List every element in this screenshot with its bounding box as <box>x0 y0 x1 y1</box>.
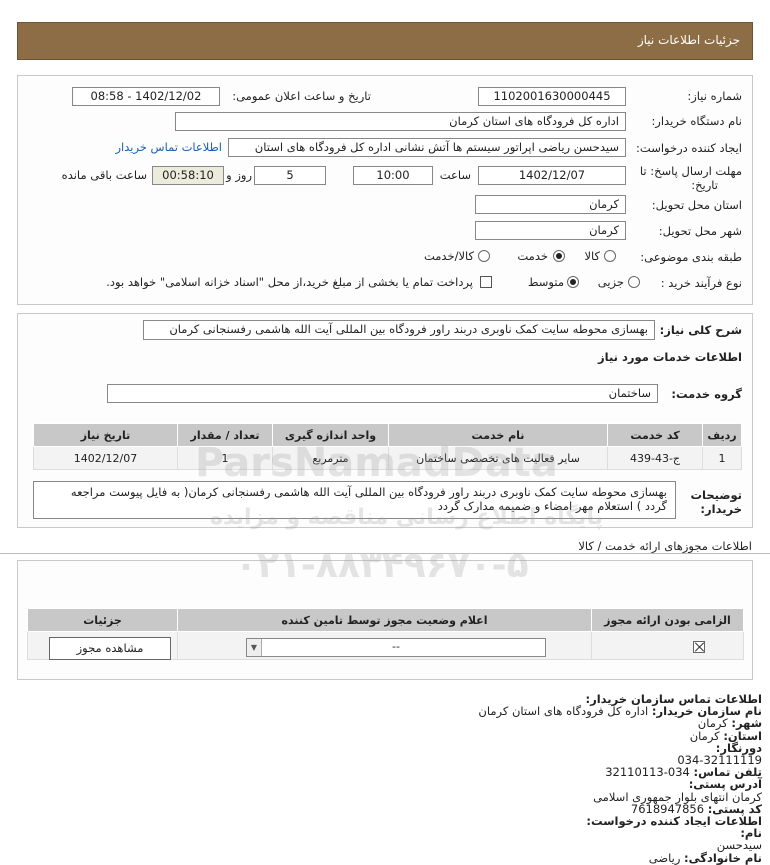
process-radio-medium[interactable] <box>567 276 579 288</box>
buyer-field: اداره کل فرودگاه های استان کرمان <box>175 112 626 131</box>
category-radio-goods-service[interactable] <box>478 250 490 262</box>
cell-row: 1 <box>702 446 742 470</box>
deadline-label-line1: مهلت ارسال پاسخ: تا <box>639 164 742 178</box>
province-field: کرمان <box>475 195 626 214</box>
cell-count: 1 <box>177 446 273 470</box>
summary-label: شرح کلی نیاز: <box>659 323 742 337</box>
process-option-medium: متوسط <box>527 275 564 289</box>
remaining-time-label: ساعت باقی مانده <box>61 168 147 182</box>
cell-code: ج-43-439 <box>607 446 703 470</box>
col-count: تعداد / مقدار <box>177 423 273 447</box>
creator-info-title: اطلاعات ایجاد کننده درخواست: <box>586 814 762 829</box>
permit-status-value: -- <box>392 640 400 653</box>
announce-label: تاریخ و ساعت اعلان عمومی: <box>232 89 371 103</box>
service-group-label: گروه خدمت: <box>671 387 742 401</box>
process-radio-minor[interactable] <box>628 276 640 288</box>
buyer-label: نام دستگاه خریدار: <box>651 114 742 128</box>
province-label: استان محل تحویل: <box>651 198 742 212</box>
col-permit-required: الزامی بودن ارائه مجوز <box>591 608 744 632</box>
permits-title: اطلاعات مجوزهای ارائه خدمت / کالا <box>578 539 752 553</box>
col-row: ردیف <box>702 423 742 447</box>
buyer-notes-label-line2: خریدار: <box>700 502 742 516</box>
treasury-note: پرداخت تمام یا بخشی از مبلغ خرید،از محل … <box>106 275 473 289</box>
services-table: ردیف کد خدمت نام خدمت واحد اندازه گیری ت… <box>33 423 742 470</box>
remaining-time-field: 00:58:10 <box>152 166 224 185</box>
cell-service-name: سایر فعالیت های تخصصی ساختمان <box>388 446 608 470</box>
creator-family: نام خانوادگی: ریاضی <box>648 850 762 865</box>
need-number-label: شماره نیاز: <box>687 89 742 103</box>
days-label: روز و <box>226 168 252 182</box>
buyer-notes-label-line1: توضیحات <box>690 488 743 502</box>
view-permit-button[interactable]: مشاهده مجوز <box>49 637 171 660</box>
deadline-label-line2: تاریخ: <box>691 178 718 192</box>
category-option-service: خدمت <box>517 249 548 263</box>
col-service-name: نام خدمت <box>388 423 608 447</box>
summary-field: بهسازی محوطه سایت کمک ناوبری دربند راور … <box>143 320 655 340</box>
permits-table-header: الزامی بودن ارائه مجوز اعلام وضعیت مجوز … <box>27 608 744 632</box>
process-option-minor: جزیی <box>597 275 624 289</box>
contact-section: اطلاعات تماس سازمان خریدار: نام سازمان خ… <box>478 693 762 864</box>
services-title: اطلاعات خدمات مورد نیاز <box>598 350 742 364</box>
cell-unit: مترمربع <box>272 446 389 470</box>
deadline-time-label: ساعت <box>439 168 471 182</box>
table-row: 1 ج-43-439 سایر فعالیت های تخصصی ساختمان… <box>33 446 742 470</box>
col-permit-status: اعلام وضعیت مجوز توسط تامین کننده <box>177 608 592 632</box>
cell-need-date: 1402/12/07 <box>33 446 178 470</box>
buyer-notes-line1: بهسازی محوطه سایت کمک ناوبری دربند راور … <box>70 485 667 499</box>
need-number-field: 1102001630000445 <box>478 87 626 106</box>
city-label: شهر محل تحویل: <box>658 224 742 238</box>
creator-label: ایجاد کننده درخواست: <box>636 141 742 155</box>
services-table-header: ردیف کد خدمت نام خدمت واحد اندازه گیری ت… <box>33 423 742 447</box>
city-field: کرمان <box>475 221 626 240</box>
announce-field: 1402/12/02 - 08:58 <box>72 87 220 106</box>
col-need-date: تاریخ نیاز <box>33 423 178 447</box>
deadline-date-field: 1402/12/07 <box>478 166 626 185</box>
buyer-contact-link[interactable]: اطلاعات تماس خریدار <box>115 140 222 154</box>
category-radio-service[interactable] <box>553 250 565 262</box>
page-header: جزئیات اطلاعات نیاز <box>17 22 753 60</box>
treasury-checkbox[interactable] <box>480 276 492 288</box>
permit-required-checkbox <box>693 641 705 653</box>
buyer-notes-line2: گردد ) استعلام مهر امضاء و ضمیمه مدارک گ… <box>437 499 667 513</box>
col-code: کد خدمت <box>607 423 703 447</box>
deadline-time-field: 10:00 <box>353 166 433 185</box>
category-radio-goods[interactable] <box>604 250 616 262</box>
need-info-panel <box>17 75 753 305</box>
process-label: نوع فرآیند خرید : <box>660 276 742 290</box>
category-option-goods-service: کالا/خدمت <box>423 249 474 263</box>
buyer-notes-field: بهسازی محوطه سایت کمک ناوبری دربند راور … <box>33 481 676 519</box>
col-permit-details: جزئیات <box>27 608 178 632</box>
divider <box>0 553 770 554</box>
cell-permit-required <box>591 631 744 660</box>
service-group-field: ساختمان <box>107 384 658 403</box>
creator-field: سیدحسن ریاضی اپراتور سیستم ها آتش نشانی … <box>228 138 626 157</box>
page-title: جزئیات اطلاعات نیاز <box>637 33 740 47</box>
permit-status-select[interactable]: ▼ -- <box>246 638 546 657</box>
category-label: طبقه بندی موضوعی: <box>640 250 742 264</box>
col-unit: واحد اندازه گیری <box>272 423 389 447</box>
category-option-goods: کالا <box>584 249 600 263</box>
days-field: 5 <box>254 166 326 185</box>
